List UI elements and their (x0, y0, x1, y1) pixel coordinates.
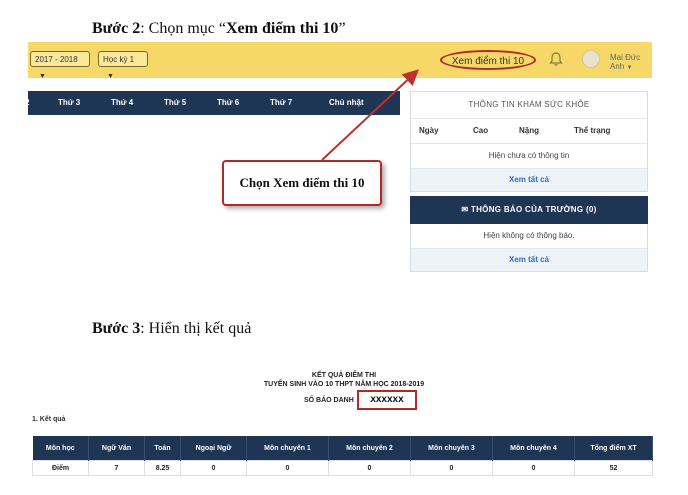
table-cell: 8.25 (144, 460, 181, 476)
column-header: Môn chuyên 1 (246, 436, 329, 461)
day-label: Thứ 6 (217, 98, 240, 107)
chevron-down-icon: ▼ (39, 73, 46, 80)
day-label: Chủ nhật (329, 98, 364, 107)
table-cell: 0 (246, 460, 329, 476)
year-select-value: 2017 - 2018 (35, 55, 78, 64)
notice-panel-title: THÔNG BÁO CỦA TRƯỜNG (470, 205, 584, 214)
step2-suffix: ” (338, 20, 346, 37)
table-cell: 0 (410, 460, 493, 476)
table-cell: 0 (492, 460, 575, 476)
column-header: Môn chuyên 2 (328, 436, 411, 461)
step2-text: : Chọn mục “ (140, 20, 226, 37)
column-header: Ngữ Văn (88, 436, 145, 461)
step2-bold: Xem điểm thi 10 (226, 20, 339, 37)
day-label: Thứ 3 (58, 98, 81, 107)
user-menu[interactable]: Mai Đức Anh ▼ (610, 53, 652, 71)
column-header: Tổng điểm XT (574, 436, 653, 461)
column-header: Thể trạng (574, 126, 611, 135)
step3-prefix: Bước 3 (92, 320, 141, 337)
column-header: Ngoại Ngữ (180, 436, 247, 461)
sbd-label: SỐ BÁO DANH (304, 397, 354, 404)
xem-diem-thi-10-button[interactable]: Xem điểm thi 10 (440, 50, 536, 70)
table-cell: 7 (88, 460, 145, 476)
column-header: Ngày (419, 126, 439, 135)
notice-empty-text: Hiện không có thông báo. (483, 231, 575, 240)
result-section-label: 1. Kết quả (32, 416, 66, 423)
chevron-down-icon: ▼ (626, 65, 633, 71)
avatar[interactable] (582, 50, 600, 68)
semester-select[interactable]: Học kỳ 1 ▼ (98, 51, 148, 80)
health-columns: Ngày Cao Nặng Thể trạng (411, 118, 647, 143)
step2-heading: Bước 2: Chọn mục “Xem điểm thi 10” (92, 20, 346, 38)
day-label: Thứ 7 (270, 98, 293, 107)
day-label: 2 (25, 98, 30, 107)
result-table: Môn học Ngữ Văn Toán Ngoại Ngữ Môn chuyê… (32, 436, 653, 476)
column-header: Toán (144, 436, 181, 461)
semester-select-value: Học kỳ 1 (103, 55, 135, 64)
table-cell: 0 (180, 460, 247, 476)
sbd-value: xxxxxx (357, 390, 417, 410)
bell-icon[interactable] (548, 51, 564, 67)
notice-panel: Hiện không có thông báo. Xem tất cả (410, 224, 648, 272)
day-label: Thứ 5 (164, 98, 187, 107)
top-bar: 2017 - 2018 ▼ Học kỳ 1 ▼ Xem điểm thi 10 M… (28, 42, 652, 80)
result-subtitle: TUYỂN SINH VÀO 10 THPT NĂM HỌC 2018-2019 (263, 381, 425, 388)
column-header: Môn chuyên 4 (492, 436, 575, 461)
table-header-row: Môn học Ngữ Văn Toán Ngoại Ngữ Môn chuyê… (32, 436, 653, 461)
callout-box: Chọn Xem điểm thi 10 (222, 160, 382, 206)
column-header: Nặng (519, 126, 539, 135)
table-cell: 52 (574, 460, 653, 476)
week-day-header: 2 Thứ 3 Thứ 4 Thứ 5 Thứ 6 Thứ 7 Chủ nhật (25, 91, 400, 115)
health-panel-title: THÔNG TIN KHÁM SỨC KHỎE (468, 100, 590, 109)
notice-view-all-link[interactable]: Xem tất cả (411, 248, 647, 271)
table-row: Điểm 7 8.25 0 0 0 0 0 52 (32, 460, 653, 476)
day-label: Thứ 4 (111, 98, 134, 107)
column-header: Môn học (32, 436, 89, 461)
health-panel: THÔNG TIN KHÁM SỨC KHỎE Ngày Cao Nặng Th… (410, 91, 648, 192)
health-view-all-link[interactable]: Xem tất cả (411, 168, 647, 191)
step3-heading: Bước 3: Hiển thị kết quả (92, 320, 251, 338)
chevron-down-icon: ▼ (107, 73, 114, 80)
notice-panel-header: ✉ THÔNG BÁO CỦA TRƯỜNG (0) (410, 196, 648, 224)
column-header: Môn chuyên 3 (410, 436, 493, 461)
result-title: KẾT QUẢ ĐIỂM THI (311, 372, 377, 379)
health-empty-text: Hiện chưa có thông tin (411, 143, 647, 168)
column-header: Cao (473, 126, 489, 135)
table-cell: Điểm (32, 460, 89, 476)
notice-count: (0) (585, 205, 597, 214)
year-select[interactable]: 2017 - 2018 ▼ (30, 51, 90, 80)
step2-prefix: Bước 2 (92, 20, 141, 37)
table-cell: 0 (328, 460, 411, 476)
envelope-icon: ✉ (461, 205, 469, 214)
step3-text: : Hiển thị kết quả (140, 320, 252, 337)
